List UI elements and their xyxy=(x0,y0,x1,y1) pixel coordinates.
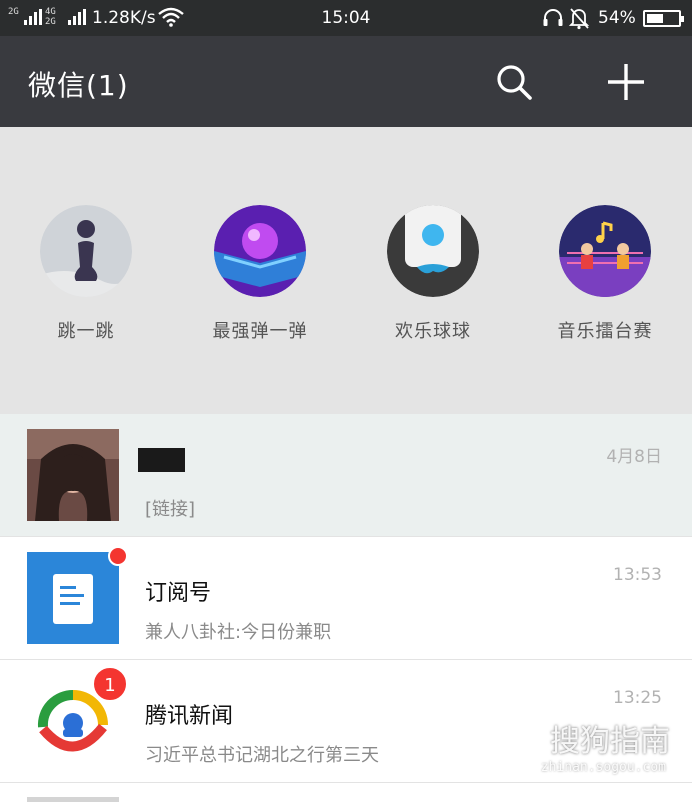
watermark: 搜狗指南 xyxy=(550,724,670,759)
mini-program-label: 最强弹一弹 xyxy=(212,321,308,342)
status-bar: 2G 4G 2G 1.28K/s 15:04 54% xyxy=(0,0,692,36)
mini-program-strip: 跳一跳 最强弹一弹 欢乐球球 音乐擂台赛 xyxy=(0,127,692,414)
contact-avatar xyxy=(27,429,119,521)
search-button[interactable] xyxy=(492,60,536,104)
chat-name: 腾讯新闻 xyxy=(145,704,234,729)
subscription-account-icon xyxy=(27,552,119,644)
unread-dot xyxy=(108,546,128,566)
app-header: 微信(1) xyxy=(0,36,692,127)
add-button[interactable] xyxy=(604,60,648,104)
bell-off-icon xyxy=(568,6,590,34)
mini-program-happy-ball[interactable]: 欢乐球球 xyxy=(358,205,508,343)
chat-preview: 兼人八卦社:今日份兼职 xyxy=(145,622,332,643)
chat-row-subscriptions[interactable]: 订阅号 13:53 兼人八卦社:今日份兼职 xyxy=(0,537,692,660)
battery-icon xyxy=(643,10,684,27)
unread-count-badge: 1 xyxy=(92,666,128,702)
music-arena-icon xyxy=(559,205,651,297)
mini-program-label: 跳一跳 xyxy=(57,321,115,342)
chat-time: 13:53 xyxy=(613,565,662,585)
headset-icon xyxy=(542,8,564,32)
happy-ball-icon xyxy=(387,205,479,297)
chat-preview: [链接] xyxy=(145,499,196,520)
battery-percent: 54% xyxy=(598,8,636,28)
chat-preview: 习近平总书记湖北之行第三天 xyxy=(145,745,379,766)
redacted-contact-name xyxy=(138,448,185,472)
mini-program-label: 欢乐球球 xyxy=(395,321,471,342)
chat-name: 订阅号 xyxy=(145,581,212,606)
page-title: 微信(1) xyxy=(28,69,129,102)
jump-game-icon xyxy=(40,205,132,297)
chat-row-pinned[interactable]: 4月8日 [链接] xyxy=(0,414,692,537)
mini-program-bounce[interactable]: 最强弹一弹 xyxy=(185,205,335,343)
chat-time: 13:25 xyxy=(613,688,662,708)
mini-program-jump[interactable]: 跳一跳 xyxy=(11,205,161,343)
plus-icon xyxy=(608,64,644,100)
chat-time: 4月8日 xyxy=(606,447,662,467)
battery-fill xyxy=(647,14,664,23)
next-row-avatar xyxy=(27,797,119,802)
search-icon xyxy=(497,65,532,100)
mini-program-label: 音乐擂台赛 xyxy=(557,321,653,342)
bounce-ball-icon xyxy=(214,205,306,297)
watermark-url: zhinan.sogou.com xyxy=(540,760,666,775)
mini-program-music-arena[interactable]: 音乐擂台赛 xyxy=(530,205,680,343)
